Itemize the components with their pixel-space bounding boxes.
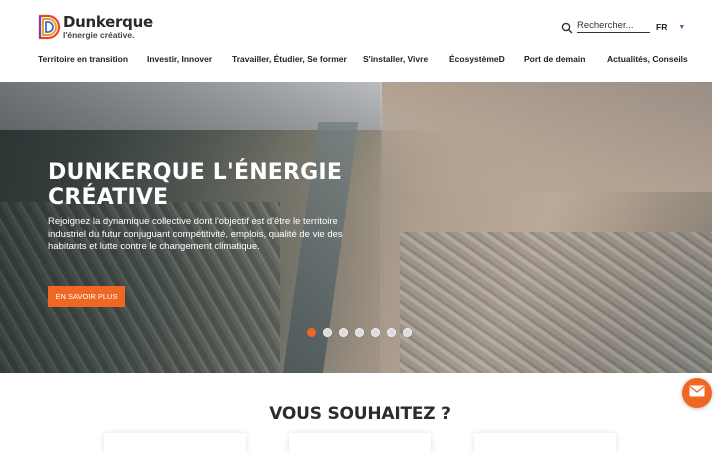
carousel-dot[interactable] (339, 328, 348, 337)
carousel-dot[interactable] (307, 328, 316, 337)
language-label: FR (656, 22, 668, 32)
hero-title: DUNKERQUE L'ÉNERGIE CRÉATIVE (48, 160, 343, 210)
nav-item-sinstaller[interactable]: S'installer, Vivre (363, 54, 428, 64)
carousel-dot[interactable] (371, 328, 380, 337)
search-box[interactable]: Rechercher... (561, 20, 650, 34)
main-nav: Territoire en transition Investir, Innov… (0, 54, 720, 68)
site-logo[interactable]: Dunkerque l'énergie créative. (38, 14, 153, 40)
nav-item-investir[interactable]: Investir, Innover (147, 54, 212, 64)
carousel-dot[interactable] (403, 328, 412, 337)
carousel-dot[interactable] (355, 328, 364, 337)
hero-banner: DUNKERQUE L'ÉNERGIE CRÉATIVE Rejoignez l… (0, 82, 712, 373)
nav-item-actualites[interactable]: Actualités, Conseils (607, 54, 688, 64)
hero-description: Rejoignez la dynamique collective dont l… (48, 216, 343, 252)
search-icon[interactable] (561, 21, 573, 34)
mail-icon (689, 384, 705, 402)
learn-more-button[interactable]: EN SAVOIR PLUS (48, 286, 125, 307)
option-card[interactable] (474, 433, 616, 453)
logo-title: Dunkerque (63, 12, 153, 31)
option-card[interactable] (104, 433, 246, 453)
nav-item-ecosysteme[interactable]: ÉcosystèmeD (449, 54, 505, 64)
logo-mark-icon (38, 14, 62, 40)
option-card[interactable] (289, 433, 431, 453)
hero-image-beach (382, 82, 712, 192)
carousel-dot[interactable] (387, 328, 396, 337)
caret-down-icon: ▼ (678, 23, 686, 31)
hero-image-town (400, 232, 712, 373)
language-selector[interactable]: FR ▼ (656, 22, 685, 32)
nav-item-territoire[interactable]: Territoire en transition (38, 54, 128, 64)
carousel-dot[interactable] (323, 328, 332, 337)
nav-item-travailler[interactable]: Travailler, Étudier, Se former (232, 54, 347, 64)
section-title: VOUS SOUHAITEZ ? (269, 404, 451, 424)
logo-subtitle: l'énergie créative. (63, 29, 135, 40)
nav-item-port[interactable]: Port de demain (524, 54, 585, 64)
site-header: Dunkerque l'énergie créative. Rechercher… (0, 0, 720, 82)
search-input[interactable]: Rechercher... (577, 20, 650, 33)
carousel-dots (307, 328, 419, 337)
